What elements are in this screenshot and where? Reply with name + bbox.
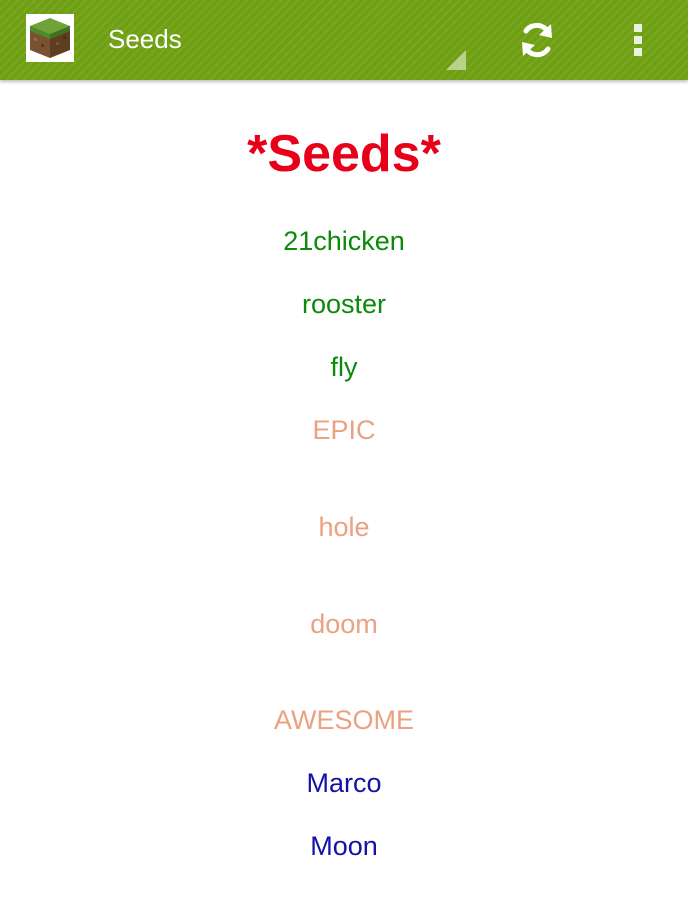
seed-item-hole[interactable]: hole xyxy=(0,509,688,545)
seed-item-doom[interactable]: doom xyxy=(0,606,688,642)
refresh-icon xyxy=(522,22,552,58)
seed-item-marco[interactable]: Marco xyxy=(0,765,688,801)
overflow-menu-icon xyxy=(634,24,642,56)
app-title: Seeds xyxy=(108,24,182,54)
seed-item-21chicken[interactable]: 21chicken xyxy=(0,223,688,259)
seed-item-rooster[interactable]: rooster xyxy=(0,286,688,322)
overflow-menu-button[interactable] xyxy=(618,12,658,68)
grass-block-icon[interactable] xyxy=(26,14,74,62)
seed-item-epic[interactable]: EPIC xyxy=(0,412,688,448)
refresh-button[interactable] xyxy=(508,12,566,68)
seed-item-awesome[interactable]: AWESOME xyxy=(0,702,688,738)
action-bar: Seeds xyxy=(0,0,688,80)
page-title: *Seeds* xyxy=(247,125,441,183)
seed-item-fly[interactable]: fly xyxy=(0,349,688,385)
seed-list-content: *Seeds* 21chicken rooster fly EPIC hole … xyxy=(0,80,688,900)
dropdown-indicator-icon xyxy=(446,50,466,70)
seed-item-moon[interactable]: Moon xyxy=(0,828,688,864)
